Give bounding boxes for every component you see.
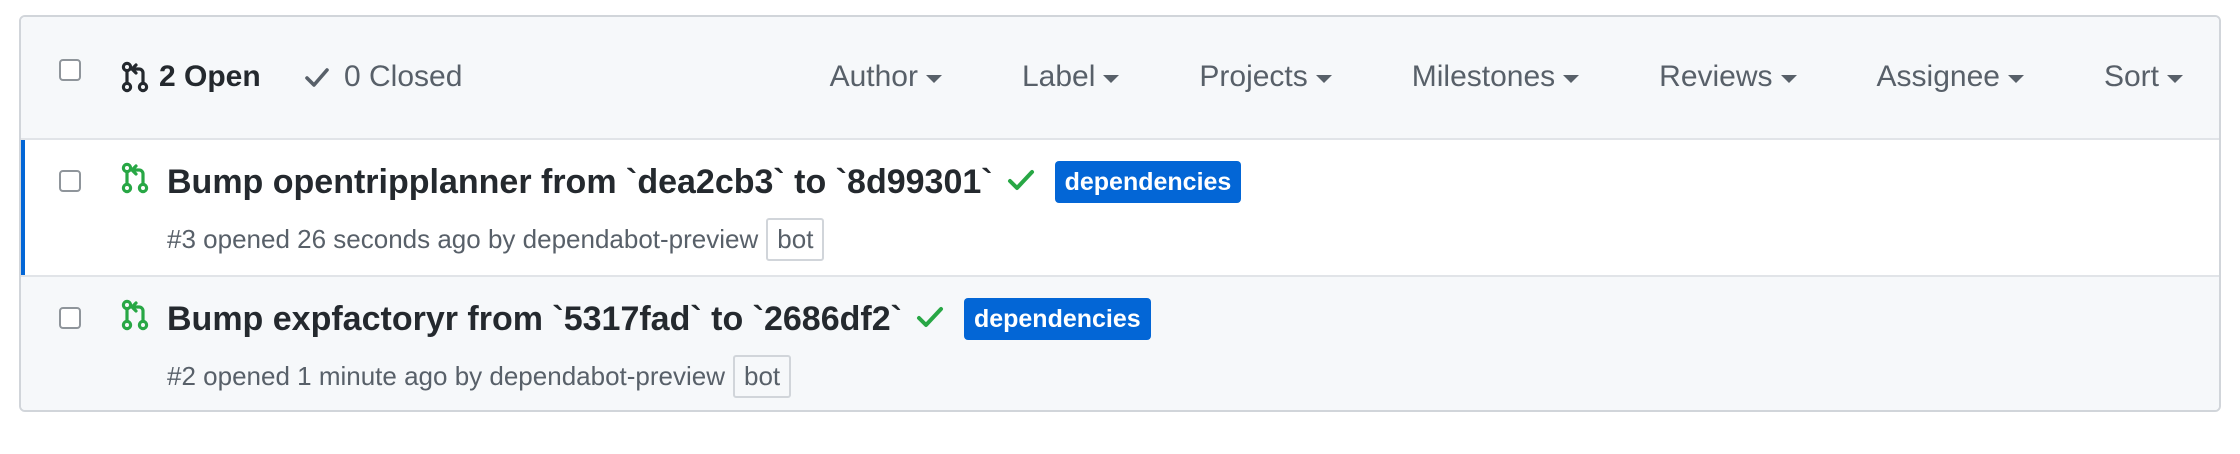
bot-badge: bot [733, 354, 792, 398]
open-pull-request-icon [121, 299, 149, 336]
pr-select-checkbox[interactable] [59, 307, 81, 329]
pr-row: Bump opentripplanner from `dea2cb3` to `… [21, 140, 2219, 277]
caret-down-icon [1315, 75, 1332, 83]
check-icon [304, 66, 330, 88]
filter-label: Sort [2103, 60, 2159, 93]
projects-filter[interactable]: Projects [1199, 60, 1332, 94]
assignee-filter[interactable]: Assignee [1877, 60, 2024, 94]
pr-number: #2 [167, 360, 196, 391]
milestones-filter[interactable]: Milestones [1411, 60, 1580, 94]
label-filter[interactable]: Label [1021, 60, 1120, 94]
pr-title-line: Bump opentripplanner from `dea2cb3` to `… [167, 160, 1242, 204]
author-filter[interactable]: Author [830, 60, 942, 94]
pr-meta: #2 opened 1 minute ago by dependabot-pre… [167, 353, 792, 399]
pr-title-link[interactable]: Bump expfactoryr from `5317fad` to `2686… [167, 300, 902, 339]
dependencies-label[interactable]: dependencies [1054, 161, 1242, 203]
filter-label: Milestones [1411, 60, 1556, 93]
filter-label: Label [1021, 60, 1096, 93]
closed-pr-tab[interactable]: 0 Closed [304, 57, 462, 97]
filter-label: Reviews [1659, 60, 1773, 93]
closed-count: 0 Closed [344, 60, 463, 93]
open-pull-request-icon [121, 162, 149, 199]
caret-down-icon [2007, 75, 2024, 83]
issues-list-header: 2 Open 0 Closed Author Label Projects Mi… [21, 17, 2219, 140]
reviews-filter[interactable]: Reviews [1659, 60, 1797, 94]
pr-title-link[interactable]: Bump opentripplanner from `dea2cb3` to `… [167, 163, 993, 202]
caret-down-icon [1103, 75, 1120, 83]
dependencies-label[interactable]: dependencies [963, 298, 1151, 340]
pr-author-link[interactable]: dependabot-preview [489, 361, 725, 392]
success-check-icon[interactable] [1007, 168, 1035, 197]
pr-author-link[interactable]: dependabot-preview [523, 224, 759, 255]
bot-badge: bot [766, 217, 825, 261]
filter-label: Author [829, 60, 918, 93]
pr-opened-text: opened 26 seconds ago by [203, 223, 516, 254]
selected-row-accent [21, 140, 25, 275]
select-all-checkbox[interactable] [59, 59, 81, 81]
caret-down-icon [2167, 75, 2183, 83]
pr-meta: #3 opened 26 seconds ago by dependabot-p… [167, 216, 825, 262]
pr-number: #3 [167, 223, 196, 254]
caret-down-icon [1780, 75, 1797, 83]
filter-label: Assignee [1876, 60, 2000, 93]
caret-down-icon [925, 75, 942, 83]
caret-down-icon [1563, 75, 1580, 83]
filter-bar: Author Label Projects Milestones Reviews… [830, 57, 2183, 97]
pr-row: Bump expfactoryr from `5317fad` to `2686… [21, 277, 2219, 410]
open-pr-tab[interactable]: 2 Open [121, 57, 261, 97]
pr-title-line: Bump expfactoryr from `5317fad` to `2686… [167, 297, 1151, 341]
pr-opened-text: opened 1 minute ago by [203, 360, 483, 391]
pull-request-icon [121, 61, 149, 93]
sort-filter[interactable]: Sort [2104, 60, 2183, 94]
filter-label: Projects [1199, 60, 1308, 93]
issues-list-box: 2 Open 0 Closed Author Label Projects Mi… [19, 15, 2221, 412]
success-check-icon[interactable] [916, 305, 944, 334]
pr-select-checkbox[interactable] [59, 170, 81, 192]
open-count: 2 Open [159, 60, 261, 93]
